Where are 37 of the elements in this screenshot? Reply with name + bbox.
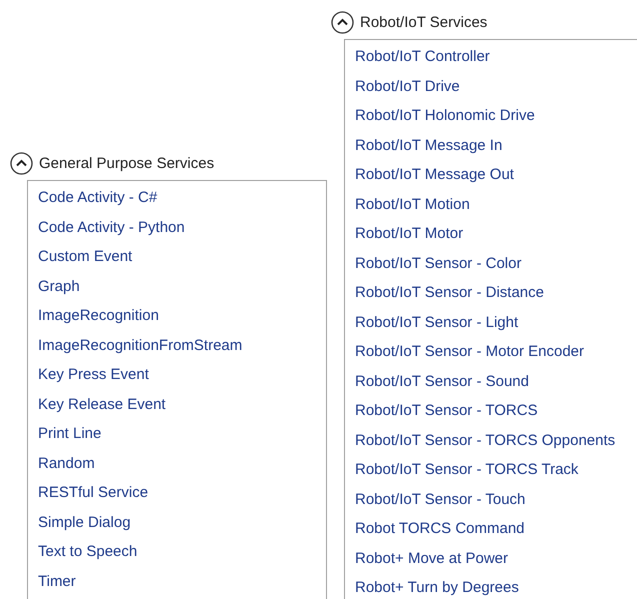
list-item[interactable]: Robot/IoT Message In	[345, 130, 502, 160]
list-item[interactable]: Robot/IoT Sensor - Sound	[345, 366, 529, 396]
list-item[interactable]: ImageRecognitionFromStream	[28, 330, 242, 360]
collapse-button[interactable]	[10, 152, 33, 174]
collapse-button[interactable]	[331, 10, 354, 34]
list-item[interactable]: Robot+ Turn by Degrees	[345, 573, 519, 599]
list-item[interactable]: Print Line	[28, 419, 102, 448]
list-item[interactable]: Random	[28, 448, 95, 478]
list-item[interactable]: Robot/IoT Sensor - Distance	[345, 278, 544, 308]
list-item[interactable]: Robot/IoT Sensor - TORCS Track	[345, 455, 578, 484]
list-item[interactable]: Robot TORCS Command	[345, 514, 525, 544]
list-item[interactable]: Robot/IoT Sensor - Light	[345, 308, 518, 337]
list-item[interactable]: Key Release Event	[28, 390, 166, 419]
list-item[interactable]: Key Press Event	[28, 360, 149, 390]
list-item[interactable]: RESTful Service	[28, 478, 148, 508]
list-item[interactable]: Custom Event	[28, 242, 132, 272]
list-item[interactable]: Code Activity - Python	[28, 212, 185, 242]
list-item[interactable]: Robot/IoT Message Out	[345, 160, 514, 190]
list-item[interactable]: Robot/IoT Sensor - Motor Encoder	[345, 337, 584, 366]
list-item[interactable]: ImageRecognition	[28, 301, 159, 330]
list-item[interactable]: Robot/IoT Motion	[345, 190, 470, 219]
list-item[interactable]: Robot/IoT Controller	[345, 42, 490, 72]
list-item[interactable]: Robot/IoT Sensor - Touch	[345, 484, 526, 514]
list-item[interactable]: Simple Dialog	[28, 508, 131, 537]
list-item[interactable]: Code Activity - C#	[28, 183, 158, 212]
list-item[interactable]: Robot/IoT Drive	[345, 72, 460, 101]
section-title: General Purpose Services	[39, 154, 214, 172]
list-item[interactable]: Text to Speech	[28, 537, 138, 566]
list-item[interactable]: Robot/IoT Sensor - TORCS	[345, 396, 538, 426]
list-item[interactable]: Graph	[28, 272, 80, 301]
list-item[interactable]: Robot/IoT Motor	[345, 219, 464, 248]
list-item[interactable]: Timer	[28, 566, 76, 596]
list-item[interactable]: Robot/IoT Sensor - TORCS Opponents	[345, 426, 616, 455]
list-item[interactable]: Robot+ Move at Power	[345, 544, 508, 573]
section-title: Robot/IoT Services	[360, 14, 488, 30]
list-item[interactable]: Robot/IoT Holonomic Drive	[345, 101, 535, 130]
list-item[interactable]: Robot/IoT Sensor - Color	[345, 248, 522, 278]
